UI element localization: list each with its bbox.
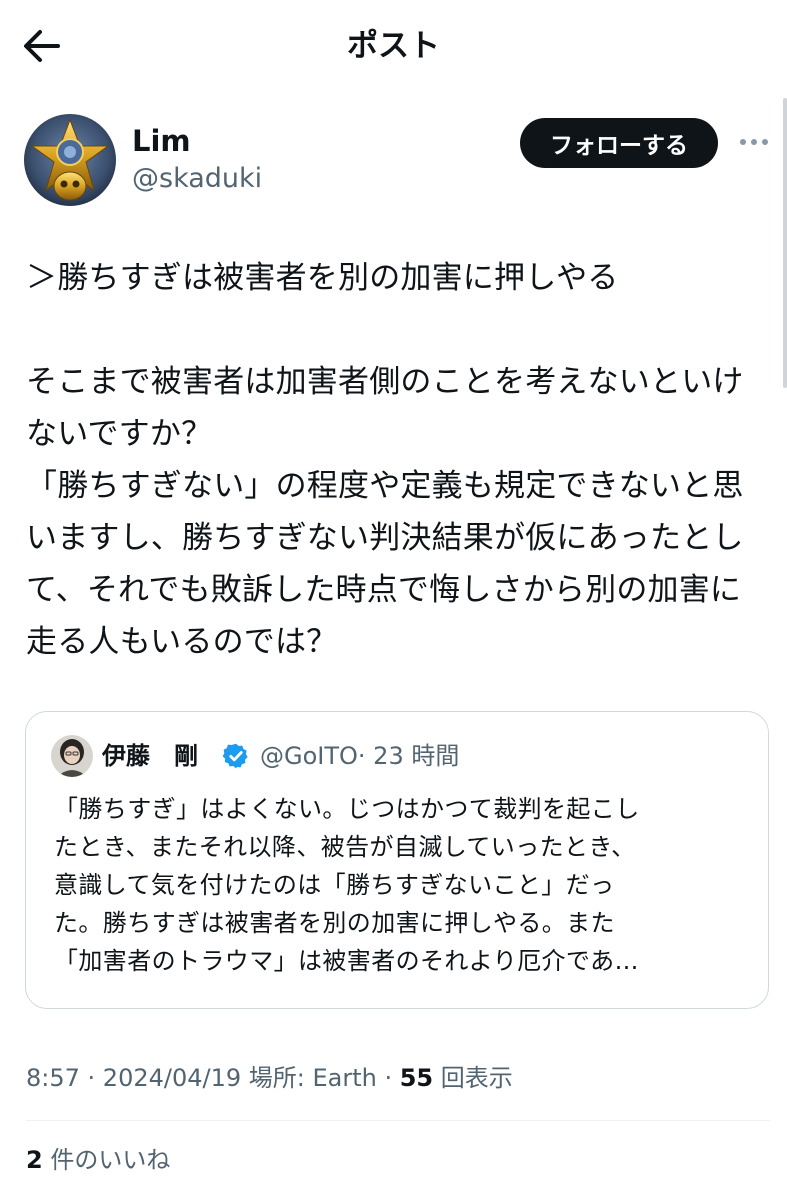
separator: · [376, 1064, 400, 1092]
scrollbar[interactable] [783, 98, 787, 388]
like-count: 2 [26, 1146, 43, 1174]
user-handle[interactable]: @skaduki [132, 160, 262, 198]
post-text-line: いますし、勝ちすぎない判決結果が仮にあったとし [26, 520, 744, 556]
quoted-post[interactable]: 伊藤 剛 @GoITO· 23 時間 「勝ちすぎ」はよくない。じつはかつて裁判を… [25, 711, 769, 1009]
quoted-timestamp: · 23 時間 [357, 742, 460, 770]
quoted-display-name[interactable]: 伊藤 剛 [102, 738, 198, 774]
post-text-line: そこまで被害者は加害者側のことを考えないといけ [26, 364, 744, 400]
quoted-text-line: 「加害者のトラウマ」は被害者のそれより厄介であ… [54, 947, 639, 975]
more-options-button[interactable] [732, 124, 776, 160]
quoted-user-handle[interactable]: @GoITO [260, 742, 358, 770]
divider [26, 1120, 770, 1121]
post-author: Lim @skaduki フォローする [24, 114, 774, 210]
quoted-text-line: 意識して気を付けたのは「勝ちすぎないこと」だっ [54, 871, 615, 899]
quoted-text-line: 「勝ちすぎ」はよくない。じつはかつて裁判を起こし [54, 795, 640, 823]
quoted-text: 「勝ちすぎ」はよくない。じつはかつて裁判を起こし たとき、またそれ以降、被告が自… [54, 790, 754, 980]
top-bar: ポスト [0, 0, 787, 92]
follow-button[interactable]: フォローする [520, 118, 718, 168]
separator: · [79, 1064, 103, 1092]
post-text-blank-line [26, 304, 778, 356]
post-text-line: ＞勝ちすぎは被害者を別の加害に押しやる [26, 260, 619, 296]
display-name[interactable]: Lim [132, 122, 191, 160]
post-text-line: 走る人もいるのでは？ [26, 624, 338, 660]
like-label: 件のいいね [42, 1146, 171, 1174]
more-dots-icon [740, 139, 768, 145]
post-date[interactable]: 2024/04/19 [103, 1064, 241, 1092]
quoted-text-line: た。勝ちすぎは被害者を別の加害に押しやる。また [54, 909, 615, 937]
view-label: 回表示 [433, 1064, 513, 1092]
post-text-line: 「勝ちすぎない」の程度や定義も規定できないと思 [26, 468, 744, 504]
likes-link[interactable]: 2 件のいいね [26, 1140, 170, 1180]
quoted-avatar[interactable] [51, 735, 93, 777]
post-metadata: 8:57 · 2024/04/19 場所: Earth · 55 回表示 [26, 1058, 513, 1098]
post-time[interactable]: 8:57 [26, 1064, 80, 1092]
post-text-line: ないですか？ [26, 416, 213, 452]
quoted-text-line: たとき、またそれ以降、被告が自滅していったとき、 [54, 833, 636, 861]
post-location: 場所: Earth [241, 1064, 377, 1092]
avatar[interactable] [24, 114, 116, 206]
post-text-line: て、それでも敗訴した時点で悔しさから別の加害に [26, 572, 742, 608]
post-text: ＞勝ちすぎは被害者を別の加害に押しやる そこまで被害者は加害者側のことを考えない… [26, 252, 778, 668]
page-title: ポスト [347, 28, 440, 64]
view-count: 55 [399, 1064, 434, 1092]
quoted-handle: @GoITO· 23 時間 [260, 738, 459, 774]
verified-badge-icon [222, 743, 248, 769]
